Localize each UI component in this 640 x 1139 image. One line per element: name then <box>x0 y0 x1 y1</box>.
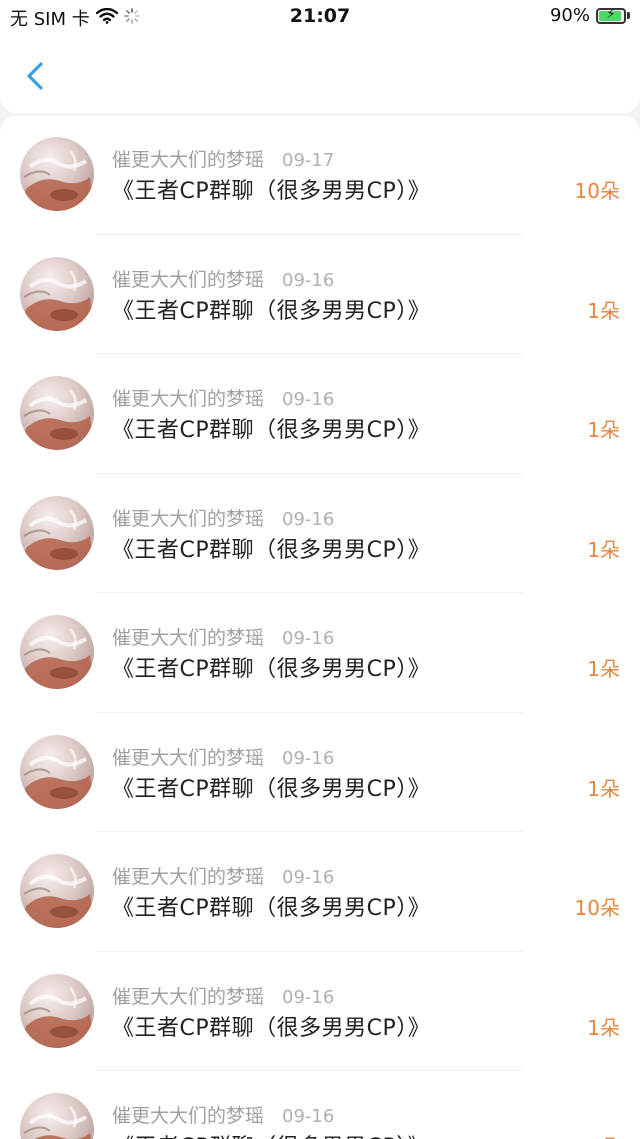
chevron-left-icon <box>27 62 43 90</box>
list-item[interactable]: 催更大大们的梦瑶 09-16 《王者CP群聊（很多男男CP）》 1朵 <box>0 474 640 593</box>
avatar[interactable] <box>20 256 94 331</box>
avatar[interactable] <box>20 615 94 689</box>
flower-amount: 1朵 <box>587 537 620 562</box>
book-title: 《王者CP群聊（很多男男CP）》 <box>112 776 431 802</box>
avatar[interactable] <box>20 973 94 1048</box>
flower-amount: 1朵 <box>587 298 620 323</box>
date: 09-16 <box>282 269 335 291</box>
username: 催更大大们的梦瑶 <box>112 866 265 888</box>
book-title: 《王者CP群聊（很多男男CP）》 <box>112 896 431 921</box>
battery-icon: ⚡ <box>596 6 626 24</box>
date: 09-16 <box>282 389 335 410</box>
date: 09-16 <box>282 628 335 649</box>
battery-cap <box>627 12 630 19</box>
username: 催更大大们的梦瑶 <box>112 507 265 530</box>
username: 催更大大们的梦瑶 <box>112 388 265 410</box>
back-button[interactable] <box>18 58 54 94</box>
meta-line: 催更大大们的梦瑶 09-16 <box>112 862 334 889</box>
status-right: 90% ⚡ <box>550 5 630 26</box>
meta-line: 催更大大们的梦瑶 09-16 <box>112 743 334 770</box>
list-item[interactable]: 催更大大们的梦瑶 09-16 《王者CP群聊（很多男男CP）》 1朵 <box>0 593 640 713</box>
status-bar: 无 SIM 卡 21:07 90% ⚡ <box>0 0 640 34</box>
avatar[interactable] <box>20 376 94 450</box>
list-item[interactable]: 催更大大们的梦瑶 09-16 《王者CP群聊（很多男男CP）》 1朵 <box>0 713 640 832</box>
list-item[interactable]: 催更大大们的梦瑶 09-16 《王者CP群聊（很多男男CP）》 1朵 <box>0 235 640 354</box>
flower-amount: 1朵 <box>587 418 620 442</box>
username: 催更大大们的梦瑶 <box>112 149 265 171</box>
date: 09-17 <box>282 150 335 171</box>
date: 09-16 <box>282 986 335 1008</box>
date: 09-16 <box>282 747 335 769</box>
date: 09-16 <box>282 867 335 888</box>
list-item[interactable]: 催更大大们的梦瑶 09-16 《王者CP群聊（很多男男CP）》 1朵 <box>0 952 640 1071</box>
avatar[interactable] <box>20 734 94 809</box>
flower-amount: 1朵 <box>587 1015 620 1040</box>
username: 催更大大们的梦瑶 <box>112 746 265 769</box>
list-item[interactable]: 催更大大们的梦瑶 09-17 《王者CP群聊（很多男男CP）》 10朵 <box>0 115 640 235</box>
username: 催更大大们的梦瑶 <box>112 1105 265 1127</box>
flower-amount: 10朵 <box>574 179 620 203</box>
book-title: 《王者CP群聊（很多男男CP）》 <box>112 1129 430 1139</box>
flower-amount: 1朵 <box>587 1131 620 1139</box>
flower-amount: 1朵 <box>587 776 620 801</box>
avatar[interactable] <box>20 137 94 211</box>
flower-amount: 1朵 <box>587 657 620 681</box>
username: 催更大大们的梦瑶 <box>112 268 265 291</box>
list-item[interactable]: 催更大大们的梦瑶 09-16 《王者CP群聊（很多男男CP）》 1朵 <box>0 1071 640 1139</box>
username: 催更大大们的梦瑶 <box>112 985 265 1008</box>
meta-line: 催更大大们的梦瑶 09-16 <box>112 384 334 411</box>
book-title: 《王者CP群聊（很多男男CP）》 <box>112 537 431 563</box>
meta-line: 催更大大们的梦瑶 09-17 <box>112 145 334 172</box>
flower-amount: 10朵 <box>574 896 620 920</box>
avatar[interactable] <box>20 495 94 570</box>
list-item[interactable]: 催更大大们的梦瑶 09-16 《王者CP群聊（很多男男CP）》 1朵 <box>0 354 640 474</box>
book-title: 《王者CP群聊（很多男男CP）》 <box>112 657 431 682</box>
battery-percent: 90% <box>549 5 590 26</box>
date: 09-16 <box>282 1106 335 1127</box>
avatar[interactable] <box>20 1093 94 1139</box>
meta-line: 催更大大们的梦瑶 09-16 <box>112 265 334 292</box>
book-title: 《王者CP群聊（很多男男CP）》 <box>112 418 431 443</box>
meta-line: 催更大大们的梦瑶 09-16 <box>112 504 334 531</box>
book-title: 《王者CP群聊（很多男男CP）》 <box>112 1015 431 1041</box>
meta-line: 催更大大们的梦瑶 09-16 <box>112 623 334 650</box>
book-title: 《王者CP群聊（很多男男CP）》 <box>112 179 431 204</box>
charging-bolt-icon: ⚡ <box>606 6 616 22</box>
gift-record-list: 催更大大们的梦瑶 09-17 《王者CP群聊（很多男男CP）》 10朵 催更大大… <box>0 115 640 1139</box>
book-title: 《王者CP群聊（很多男男CP）》 <box>112 298 431 324</box>
meta-line: 催更大大们的梦瑶 09-16 <box>112 1101 334 1128</box>
avatar[interactable] <box>20 854 94 928</box>
status-time: 21:07 <box>289 5 351 27</box>
navigation-bar <box>0 34 640 114</box>
date: 09-16 <box>282 508 335 530</box>
username: 催更大大们的梦瑶 <box>112 627 265 649</box>
meta-line: 催更大大们的梦瑶 09-16 <box>112 982 334 1009</box>
list-item[interactable]: 催更大大们的梦瑶 09-16 《王者CP群聊（很多男男CP）》 10朵 <box>0 832 640 952</box>
